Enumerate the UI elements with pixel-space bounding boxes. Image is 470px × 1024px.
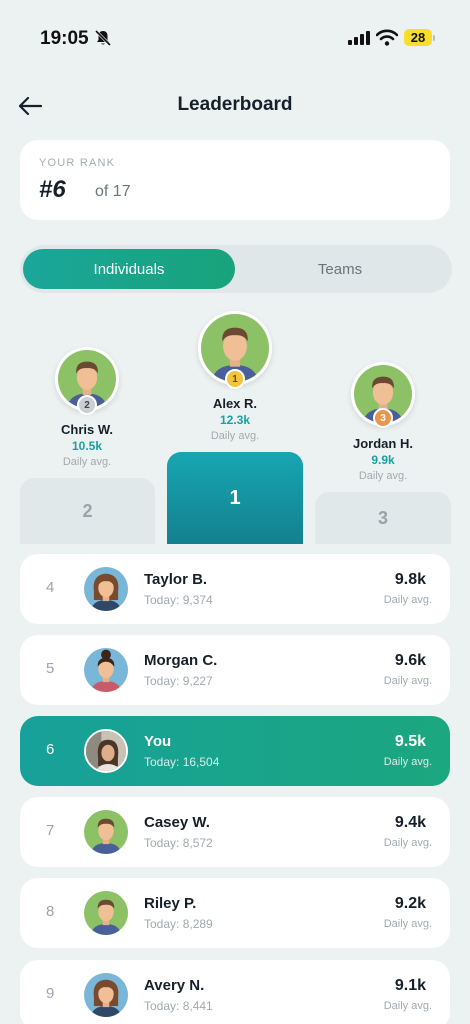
row-today: Today: 9,374 xyxy=(144,593,213,607)
row-avg-label: Daily avg. xyxy=(383,1000,432,1012)
avatar xyxy=(84,891,128,935)
tab-switch: Individuals Teams xyxy=(20,245,452,293)
avatar xyxy=(84,810,128,854)
medal-second: 2 xyxy=(77,395,97,415)
status-time: 19:05 xyxy=(40,28,89,49)
podium-third-name: Jordan H. xyxy=(353,436,413,451)
podium-first-name: Alex R. xyxy=(212,396,258,411)
row-name: Casey W. xyxy=(144,814,210,831)
podium-third-label: Daily avg. xyxy=(358,470,408,482)
row-avg-label: Daily avg. xyxy=(383,837,432,849)
row-today: Today: 8,572 xyxy=(144,836,213,850)
bell-muted-icon xyxy=(94,29,112,47)
row-rank: 9 xyxy=(46,985,55,1002)
row-rank: 6 xyxy=(46,741,55,758)
page-title: Leaderboard xyxy=(177,94,293,115)
status-bar: 19:05 28 xyxy=(0,0,470,70)
podium-first-block: 1 xyxy=(167,452,303,544)
podium-second-block: 2 xyxy=(20,478,155,544)
tab-individuals[interactable]: Individuals xyxy=(23,249,235,289)
row-score: 9.2k xyxy=(394,895,426,912)
podium-second-score: 10.5k xyxy=(71,439,103,453)
leaderboard-row-you[interactable]: 6 You Today: 16,504 9.5k Daily avg. xyxy=(20,716,450,786)
row-avg-label: Daily avg. xyxy=(383,675,432,687)
row-today: Today: 8,289 xyxy=(144,917,213,931)
row-rank: 7 xyxy=(46,822,55,839)
row-today: Today: 9,227 xyxy=(144,674,213,688)
medal-third: 3 xyxy=(373,408,393,428)
avatar xyxy=(84,648,128,692)
signal-icon xyxy=(348,31,370,45)
leaderboard-row[interactable]: 4 Taylor B. Today: 9,374 9.8k Daily avg. xyxy=(20,554,450,624)
rank-value: #6 xyxy=(39,176,66,203)
podium-second-name: Chris W. xyxy=(60,422,113,437)
user-photo-icon xyxy=(86,731,126,771)
row-rank: 4 xyxy=(46,579,55,596)
female-avatar-icon xyxy=(84,648,128,692)
row-today: Today: 8,441 xyxy=(144,999,213,1013)
row-name: Morgan C. xyxy=(144,652,218,669)
leaderboard-row[interactable]: 9 Avery N. Today: 8,441 9.1k Daily avg. xyxy=(20,960,450,1024)
female-avatar-icon xyxy=(84,973,128,1017)
rank-total: of 17 xyxy=(95,183,131,200)
your-rank-card: YOUR RANK #6 of 17 xyxy=(20,140,450,220)
row-avg-label: Daily avg. xyxy=(383,594,432,606)
row-score: 9.8k xyxy=(394,571,426,588)
female-avatar-icon xyxy=(84,567,128,611)
row-score: 9.5k xyxy=(394,733,426,750)
podium-second-label: Daily avg. xyxy=(62,456,112,468)
leaderboard-row[interactable]: 5 Morgan C. Today: 9,227 9.6k Daily avg. xyxy=(20,635,450,705)
leaderboard-row[interactable]: 7 Casey W. Today: 8,572 9.4k Daily avg. xyxy=(20,797,450,867)
medal-first: 1 xyxy=(225,369,245,389)
leaderboard-row[interactable]: 8 Riley P. Today: 8,289 9.2k Daily avg. xyxy=(20,878,450,948)
row-score: 9.6k xyxy=(394,652,426,669)
row-avg-label: Daily avg. xyxy=(383,918,432,930)
row-name: Avery N. xyxy=(144,977,205,994)
avatar xyxy=(84,973,128,1017)
row-today: Today: 16,504 xyxy=(144,755,220,769)
podium-first-label: Daily avg. xyxy=(210,430,260,442)
avatar xyxy=(84,567,128,611)
wifi-icon xyxy=(376,29,398,46)
rank-label: YOUR RANK xyxy=(39,157,116,169)
row-name: You xyxy=(144,733,172,750)
row-rank: 5 xyxy=(46,660,55,677)
row-name: Taylor B. xyxy=(144,571,208,588)
male-avatar-icon xyxy=(84,810,128,854)
row-avg-label: Daily avg. xyxy=(383,756,432,768)
row-score: 9.4k xyxy=(394,814,426,831)
nav-header: Leaderboard xyxy=(0,80,470,130)
avatar xyxy=(84,729,128,773)
row-name: Riley P. xyxy=(144,895,197,912)
male-avatar-icon xyxy=(84,891,128,935)
row-score: 9.1k xyxy=(394,977,426,994)
podium-third-score: 9.9k xyxy=(371,453,395,467)
battery-cap xyxy=(433,35,435,41)
podium-first-score: 12.3k xyxy=(219,413,251,427)
row-rank: 8 xyxy=(46,903,55,920)
podium-third-block: 3 xyxy=(315,492,451,544)
tab-teams[interactable]: Teams xyxy=(250,249,430,289)
battery-indicator: 28 xyxy=(404,29,432,46)
